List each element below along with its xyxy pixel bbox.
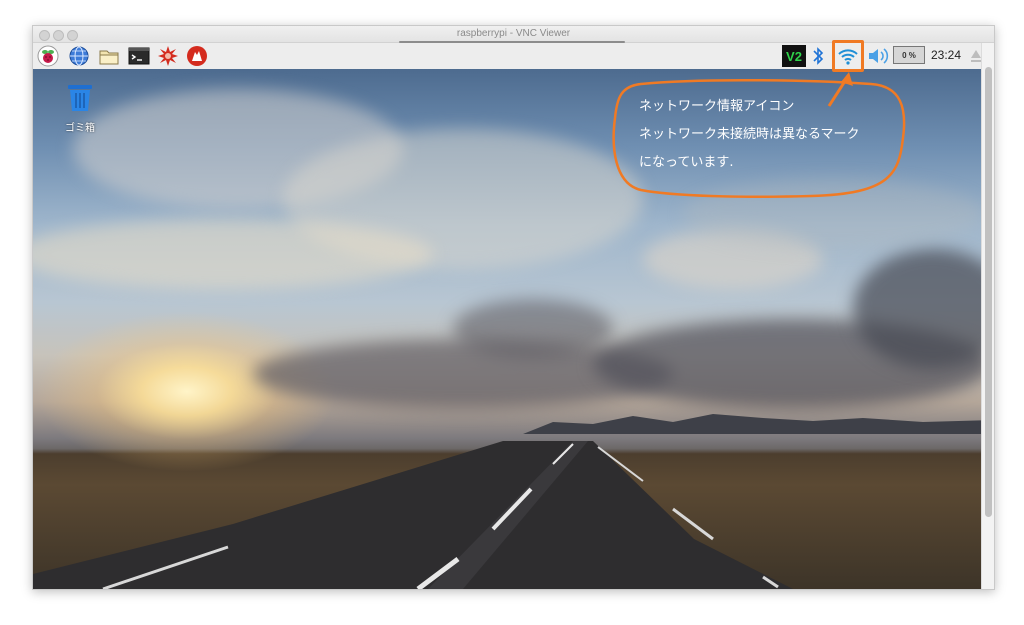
trash-icon	[68, 85, 92, 111]
vnc-label: V2	[786, 48, 802, 64]
wolfram-icon[interactable]	[186, 45, 208, 67]
annotation-line: になっています.	[639, 155, 734, 170]
cpu-usage-monitor[interactable]: 0 %	[893, 46, 925, 64]
vertical-scrollbar[interactable]	[981, 43, 994, 589]
network-icon-highlight	[832, 40, 864, 72]
annotation-line: ネットワーク未接続時は異なるマーク	[639, 127, 860, 142]
volume-icon[interactable]	[867, 45, 889, 67]
file-manager-icon[interactable]	[98, 45, 120, 67]
annotation-text: ネットワーク情報アイコン ネットワーク未接続時は異なるマーク になっています.	[639, 93, 909, 177]
annotation-line: ネットワーク情報アイコン	[639, 99, 795, 114]
web-browser-icon[interactable]	[68, 45, 90, 67]
scroll-thumb[interactable]	[985, 67, 992, 517]
raspberry-menu-icon[interactable]	[37, 45, 59, 67]
trash-label: ゴミ箱	[65, 123, 95, 134]
clock[interactable]: 23:24	[931, 48, 961, 62]
trash-desktop-item[interactable]: ゴミ箱	[60, 81, 100, 134]
mathematica-icon[interactable]	[157, 45, 179, 67]
bluetooth-icon[interactable]	[809, 45, 827, 67]
window-title: raspberrypi - VNC Viewer	[456, 28, 571, 39]
vnc-viewer-window: raspberrypi - VNC Viewer V2 0 % 23:24 ゴミ…	[32, 25, 995, 590]
vnc-server-icon[interactable]: V2	[781, 45, 807, 67]
terminal-icon[interactable]	[128, 45, 150, 67]
